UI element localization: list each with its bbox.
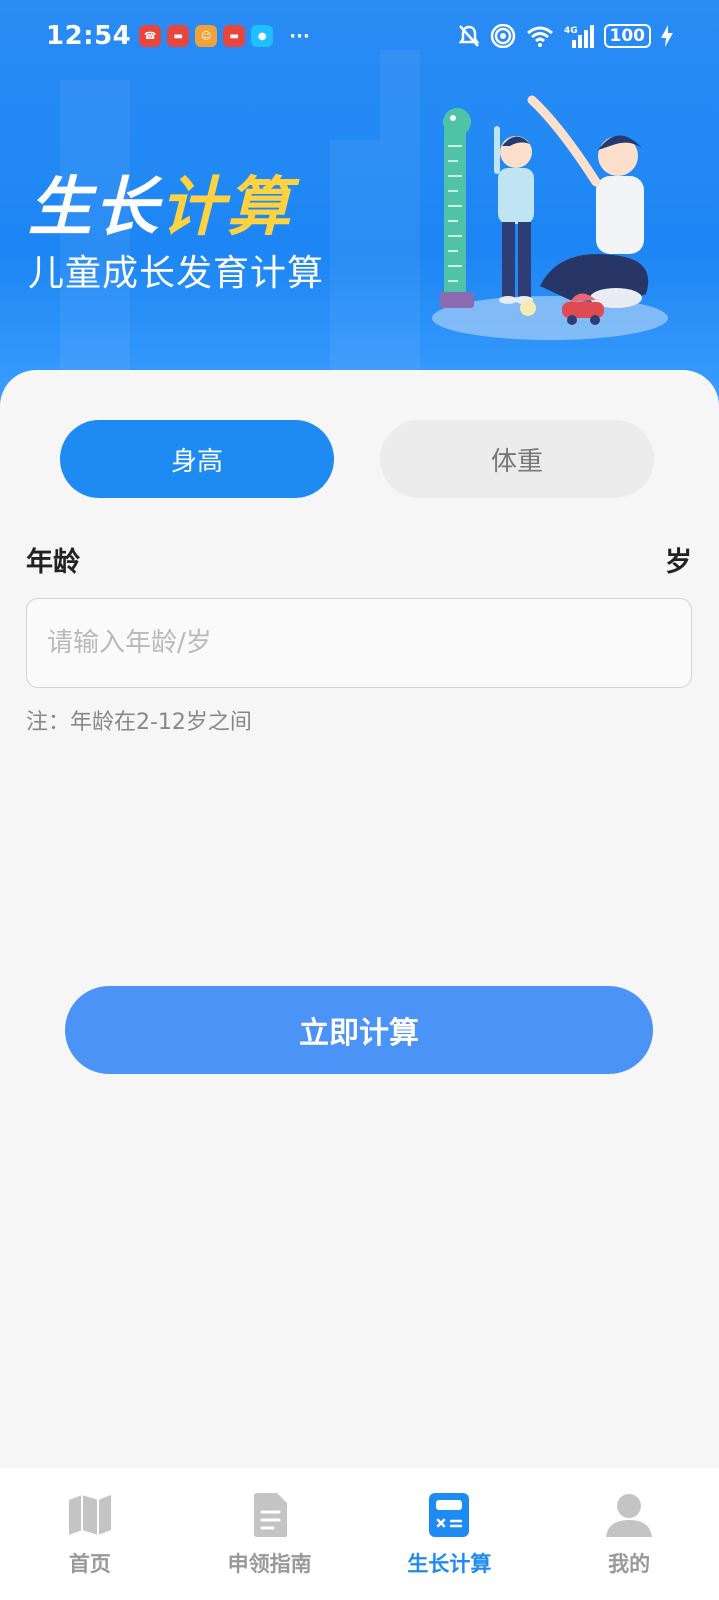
nav-item-growth-calc[interactable]: 生长计算	[360, 1468, 540, 1600]
nav-label: 我的	[608, 1552, 651, 1576]
status-bar: 12:54 ☎ ▬ ☺ ▬ ● ··· 4G 100	[0, 0, 719, 72]
hero-title-yellow: 计算	[160, 171, 292, 245]
age-input[interactable]	[47, 628, 671, 658]
notification-icons: ☎ ▬ ☺ ▬ ● ···	[139, 25, 310, 47]
status-time: 12:54	[46, 21, 132, 51]
hero-banner: 12:54 ☎ ▬ ☺ ▬ ● ··· 4G 100 生长计算 儿童成长发育计算	[0, 0, 719, 420]
nav-label: 生长计算	[407, 1552, 492, 1576]
nav-item-home[interactable]: 首页	[0, 1468, 180, 1600]
calculate-button[interactable]: 立即计算	[65, 986, 653, 1074]
age-field-header: 年龄 岁	[26, 540, 692, 579]
age-label: 年龄	[26, 547, 80, 578]
city-silhouette	[380, 50, 420, 380]
person-icon	[606, 1494, 653, 1537]
hero-subtitle: 儿童成长发育计算	[28, 253, 325, 294]
signal-icon: 4G	[564, 25, 594, 48]
tab-height[interactable]: 身高	[60, 420, 334, 498]
hero-title-white: 生长	[28, 171, 160, 245]
status-right: 4G 100	[458, 24, 673, 48]
mute-icon	[458, 25, 479, 47]
hero-illustration	[432, 95, 668, 340]
age-range-note: 注：年龄在2-12岁之间	[26, 710, 252, 735]
more-notifications-icon: ···	[289, 25, 310, 47]
calculator-card: 身高 体重 年龄 岁 注：年龄在2-12岁之间 立即计算	[0, 370, 719, 1470]
map-icon	[68, 1495, 111, 1535]
svg-text:4G: 4G	[564, 26, 578, 36]
wifi-icon	[526, 26, 553, 47]
age-input-container	[26, 598, 692, 688]
tab-weight[interactable]: 体重	[380, 420, 654, 498]
hotspot-icon	[490, 24, 515, 48]
city-silhouette	[330, 140, 380, 380]
battery-indicator: 100	[603, 24, 651, 48]
hero-title: 生长计算	[28, 156, 292, 248]
nav-item-guide[interactable]: 申领指南	[180, 1468, 360, 1600]
nav-label: 申领指南	[227, 1552, 312, 1576]
age-unit: 岁	[665, 547, 692, 578]
measure-tabs: 身高 体重	[60, 420, 660, 500]
app-notification-icon: ▬	[167, 25, 190, 47]
nav-label: 首页	[68, 1552, 111, 1576]
app-notification-icon: ☺	[195, 25, 218, 47]
app-notification-icon: ▬	[223, 25, 246, 47]
charging-icon	[661, 25, 673, 47]
bottom-nav: 首页 申领指南 生长计算 我的	[0, 1468, 719, 1600]
calculator-icon	[429, 1493, 470, 1537]
nav-item-mine[interactable]: 我的	[539, 1468, 719, 1600]
app-notification-icon: ☎	[139, 25, 162, 47]
message-icon: ●	[251, 25, 274, 47]
document-icon	[253, 1493, 287, 1537]
